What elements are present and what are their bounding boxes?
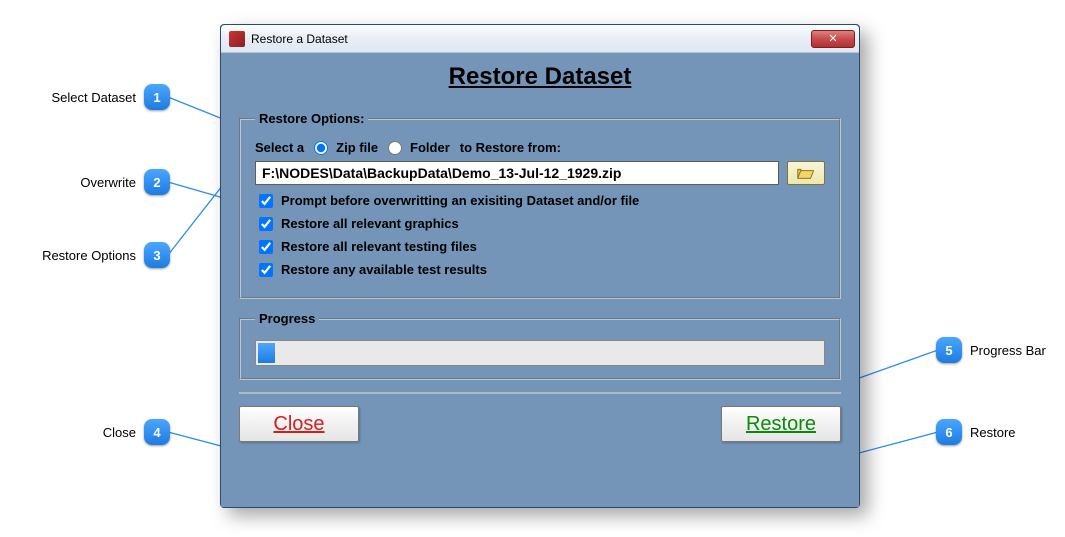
- callout-2: Overwrite 2: [0, 169, 170, 195]
- radio-folder-label: Folder: [410, 140, 450, 155]
- source-path-field[interactable]: F:\NODES\Data\BackupData\Demo_13-Jul-12_…: [255, 161, 779, 185]
- callout-3: Restore Options 3: [0, 242, 170, 268]
- select-prefix: Select a: [255, 140, 304, 155]
- checkbox-prompt-label: Prompt before overwritting an exisiting …: [281, 193, 639, 208]
- progress-legend: Progress: [255, 311, 319, 326]
- page-title: Restore Dataset: [239, 63, 841, 91]
- restore-options-legend: Restore Options:: [255, 111, 368, 126]
- opt-testing-row: Restore all relevant testing files: [255, 239, 825, 254]
- checkbox-testing-label: Restore all relevant testing files: [281, 239, 477, 254]
- close-icon: ✕: [828, 32, 837, 45]
- checkbox-graphics[interactable]: [259, 217, 273, 231]
- progress-bar: [255, 340, 825, 366]
- path-row: F:\NODES\Data\BackupData\Demo_13-Jul-12_…: [255, 161, 825, 185]
- callout-1: Select Dataset 1: [0, 84, 170, 110]
- checkbox-results-label: Restore any available test results: [281, 262, 487, 277]
- callout-bubble: 6: [936, 419, 962, 445]
- client-area: Restore Dataset Restore Options: Select …: [221, 53, 859, 507]
- callout-bubble: 3: [144, 242, 170, 268]
- progress-group: Progress: [239, 311, 841, 380]
- folder-open-icon: [797, 166, 815, 180]
- callout-bubble: 1: [144, 84, 170, 110]
- callout-5: 5 Progress Bar: [936, 337, 1054, 363]
- callout-bubble: 2: [144, 169, 170, 195]
- opt-graphics-row: Restore all relevant graphics: [255, 216, 825, 231]
- restore-options-group: Restore Options: Select a Zip file Folde…: [239, 111, 841, 299]
- restore-button[interactable]: Restore: [721, 406, 841, 442]
- close-button-label: Close: [273, 413, 324, 436]
- window-title: Restore a Dataset: [251, 32, 348, 46]
- radio-zip-label: Zip file: [336, 140, 378, 155]
- titlebar[interactable]: Restore a Dataset ✕: [221, 25, 859, 53]
- checkbox-graphics-label: Restore all relevant graphics: [281, 216, 459, 231]
- window-close-button[interactable]: ✕: [811, 30, 855, 48]
- app-icon: [229, 31, 245, 47]
- callout-label: Overwrite: [80, 175, 136, 190]
- opt-prompt-row: Prompt before overwritting an exisiting …: [255, 193, 825, 208]
- progress-bar-fill: [258, 343, 275, 363]
- checkbox-prompt[interactable]: [259, 194, 273, 208]
- callout-4: Close 4: [0, 419, 170, 445]
- radio-folder[interactable]: [388, 141, 402, 155]
- restore-dataset-window: Restore a Dataset ✕ Restore Dataset Rest…: [220, 24, 860, 508]
- opt-results-row: Restore any available test results: [255, 262, 825, 277]
- callout-bubble: 5: [936, 337, 962, 363]
- source-select-row: Select a Zip file Folder to Restore from…: [255, 140, 825, 155]
- restore-button-label: Restore: [746, 413, 816, 436]
- callout-label: Restore Options: [42, 248, 136, 263]
- callout-label: Progress Bar: [970, 343, 1046, 358]
- callout-6: 6 Restore: [936, 419, 1024, 445]
- close-button[interactable]: Close: [239, 406, 359, 442]
- radio-zip[interactable]: [314, 141, 328, 155]
- callout-bubble: 4: [144, 419, 170, 445]
- checkbox-testing[interactable]: [259, 240, 273, 254]
- browse-button[interactable]: [787, 161, 825, 185]
- checkbox-results[interactable]: [259, 263, 273, 277]
- callout-label: Restore: [970, 425, 1016, 440]
- button-row: Close Restore: [239, 392, 841, 442]
- select-suffix: to Restore from:: [460, 140, 561, 155]
- callout-label: Close: [103, 425, 136, 440]
- callout-label: Select Dataset: [51, 90, 136, 105]
